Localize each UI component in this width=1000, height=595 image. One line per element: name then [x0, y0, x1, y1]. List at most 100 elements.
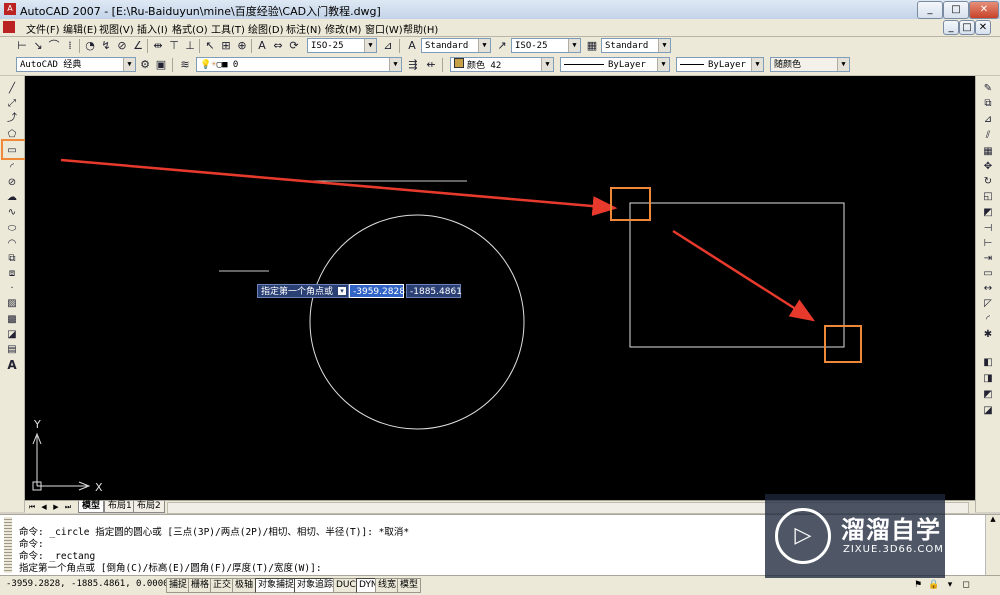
draworder-under-icon[interactable]: ◪ — [981, 404, 995, 417]
arc-icon[interactable]: ◜ — [5, 161, 19, 174]
chevron-down-icon[interactable]: ▼ — [658, 39, 670, 52]
prev-tab-icon[interactable]: ◀ — [39, 502, 49, 512]
extend-icon[interactable]: ⊢ — [981, 237, 995, 250]
layer-combo[interactable]: 💡☀▢■ 0 ▼ — [196, 57, 402, 72]
command-window-grip[interactable] — [4, 517, 12, 573]
polyline-icon[interactable]: ⤴ — [5, 112, 19, 125]
next-tab-icon[interactable]: ▶ — [51, 502, 61, 512]
workspace-combo[interactable]: AutoCAD 经典 ▼ — [16, 57, 136, 72]
center-mark-icon[interactable]: ⊕ — [235, 39, 249, 53]
spline-icon[interactable]: ∿ — [5, 206, 19, 219]
make-current-layer-icon[interactable]: ⇶ — [406, 58, 420, 72]
model-toggle[interactable]: 模型 — [397, 578, 422, 593]
quick-dim-icon[interactable]: ⇹ — [151, 39, 165, 53]
chevron-down-icon[interactable]: ▼ — [123, 58, 135, 71]
clean-screen-icon[interactable]: ◻ — [960, 579, 972, 591]
draworder-back-icon[interactable]: ◨ — [981, 372, 995, 385]
textstyle-icon[interactable]: A — [405, 39, 419, 53]
chevron-down-icon[interactable]: ▼ — [751, 58, 763, 71]
offset-icon[interactable]: ⫽ — [981, 129, 995, 142]
tablestyle-combo[interactable]: Standard ▼ — [601, 38, 671, 53]
maximize-button[interactable]: □ — [943, 1, 969, 19]
chevron-down-icon[interactable]: ▼ — [837, 58, 849, 71]
ellipse-icon[interactable]: ⬭ — [5, 222, 19, 235]
region-icon[interactable]: ◪ — [5, 328, 19, 341]
color-combo[interactable]: 颜色 42 ▼ — [450, 57, 554, 72]
point-icon[interactable]: · — [5, 282, 19, 295]
layer-manager-icon[interactable]: ≋ — [178, 58, 192, 72]
polar-toggle[interactable]: 极轴 — [232, 578, 257, 593]
chevron-down-icon[interactable]: ▼ — [657, 58, 669, 71]
tablestyle-icon[interactable]: ▦ — [585, 39, 599, 53]
arc-length-icon[interactable]: ⌒ — [47, 39, 61, 53]
dimstyle-manager-icon[interactable]: ⊿ — [381, 39, 395, 53]
ordinate-dim-icon[interactable]: ⁞ — [63, 39, 77, 53]
chevron-down-icon[interactable]: ▼ — [389, 58, 401, 71]
menu-format[interactable]: 格式(O) — [172, 21, 208, 36]
chevron-down-icon[interactable]: ▼ — [478, 39, 490, 52]
menu-dimension[interactable]: 标注(N) — [286, 21, 321, 36]
osnap-toggle[interactable]: 对象捕捉 — [255, 578, 298, 593]
last-tab-icon[interactable]: ⏭ — [63, 502, 73, 512]
chevron-down-icon[interactable]: ▼ — [364, 39, 376, 52]
dimtedit-icon[interactable]: ⇔ — [271, 39, 285, 53]
doc-minimize-button[interactable]: _ — [943, 20, 959, 35]
insert-block-icon[interactable]: ⧉ — [5, 252, 19, 265]
menu-help[interactable]: 帮助(H) — [403, 21, 438, 36]
menu-tools[interactable]: 工具(T) — [211, 21, 245, 36]
document-icon[interactable] — [3, 21, 15, 33]
options-arrow-icon[interactable]: ▾ — [338, 287, 346, 295]
linear-dim-icon[interactable]: ⊢ — [15, 39, 29, 53]
erase-icon[interactable]: ✎ — [981, 82, 995, 95]
workspace-settings-icon[interactable]: ⚙ — [138, 58, 152, 72]
menu-draw[interactable]: 绘图(D) — [248, 21, 284, 36]
dimstyle2-icon[interactable]: ↗ — [495, 39, 509, 53]
trim-icon[interactable]: ⊣ — [981, 222, 995, 235]
stretch-icon[interactable]: ◩ — [981, 206, 995, 219]
revcloud-icon[interactable]: ☁ — [5, 191, 19, 204]
coordinate-display[interactable]: -3959.2828, -1885.4861, 0.0000 — [6, 579, 169, 589]
lock-icon[interactable]: 🔒 — [928, 579, 940, 591]
menu-modify[interactable]: 修改(M) — [325, 21, 361, 36]
leader-icon[interactable]: ↖ — [203, 39, 217, 53]
menu-file[interactable]: 文件(F) — [26, 21, 60, 36]
dimstyle-combo[interactable]: ISO-25 ▼ — [307, 38, 377, 53]
doc-maximize-button[interactable]: □ — [959, 20, 975, 35]
array-icon[interactable]: ▦ — [981, 145, 995, 158]
minimize-button[interactable]: _ — [917, 1, 943, 19]
menu-view[interactable]: 视图(V) — [99, 21, 134, 36]
rotate-icon[interactable]: ↻ — [981, 175, 995, 188]
explode-icon[interactable]: ✱ — [981, 328, 995, 341]
chamfer-icon[interactable]: ◸ — [981, 297, 995, 310]
autocad-icon[interactable]: A — [4, 3, 16, 15]
drawn-rectangle[interactable] — [629, 202, 845, 348]
tolerance-icon[interactable]: ⊞ — [219, 39, 233, 53]
jogged-dim-icon[interactable]: ↯ — [99, 39, 113, 53]
make-block-icon[interactable]: ⧈ — [5, 267, 19, 280]
menu-edit[interactable]: 编辑(E) — [63, 21, 97, 36]
drawing-canvas[interactable]: Y X 指定第一个角点或 ▾ -3959.2828 -1885.4861 — [25, 76, 975, 575]
ellipse-arc-icon[interactable]: ◠ — [5, 237, 19, 250]
snap-toggle[interactable]: 捕捉 — [166, 578, 191, 593]
otrack-toggle[interactable]: 对象追踪 — [294, 578, 337, 593]
workspace-save-icon[interactable]: ▣ — [154, 58, 168, 72]
table-icon[interactable]: ▤ — [5, 343, 19, 356]
fillet-icon[interactable]: ◜ — [981, 313, 995, 326]
angular-dim-icon[interactable]: ∠ — [131, 39, 145, 53]
command-prompt-line[interactable]: 指定第一个角点或 [倒角(C)/标高(E)/圆角(F)/厚度(T)/宽度(W)]… — [19, 560, 322, 574]
line-icon[interactable]: ╱ — [5, 82, 19, 95]
move-icon[interactable]: ✥ — [981, 160, 995, 173]
draworder-front-icon[interactable]: ◧ — [981, 356, 995, 369]
draworder-above-icon[interactable]: ◩ — [981, 388, 995, 401]
dimstyle2-combo[interactable]: ISO-25 ▼ — [511, 38, 581, 53]
doc-close-button[interactable]: ✕ — [975, 20, 991, 35]
communication-icon[interactable]: ⚑ — [912, 579, 924, 591]
menu-insert[interactable]: 插入(I) — [137, 21, 168, 36]
copy-icon[interactable]: ⧉ — [981, 97, 995, 110]
continue-dim-icon[interactable]: ⊥ — [183, 39, 197, 53]
dynamic-input-y[interactable]: -1885.4861 — [406, 284, 462, 298]
mirror-icon[interactable]: ⊿ — [981, 113, 995, 126]
menu-window[interactable]: 窗口(W) — [365, 21, 403, 36]
circle-icon[interactable]: ⊘ — [5, 176, 19, 189]
lineweight-combo[interactable]: ByLayer ▼ — [676, 57, 764, 72]
